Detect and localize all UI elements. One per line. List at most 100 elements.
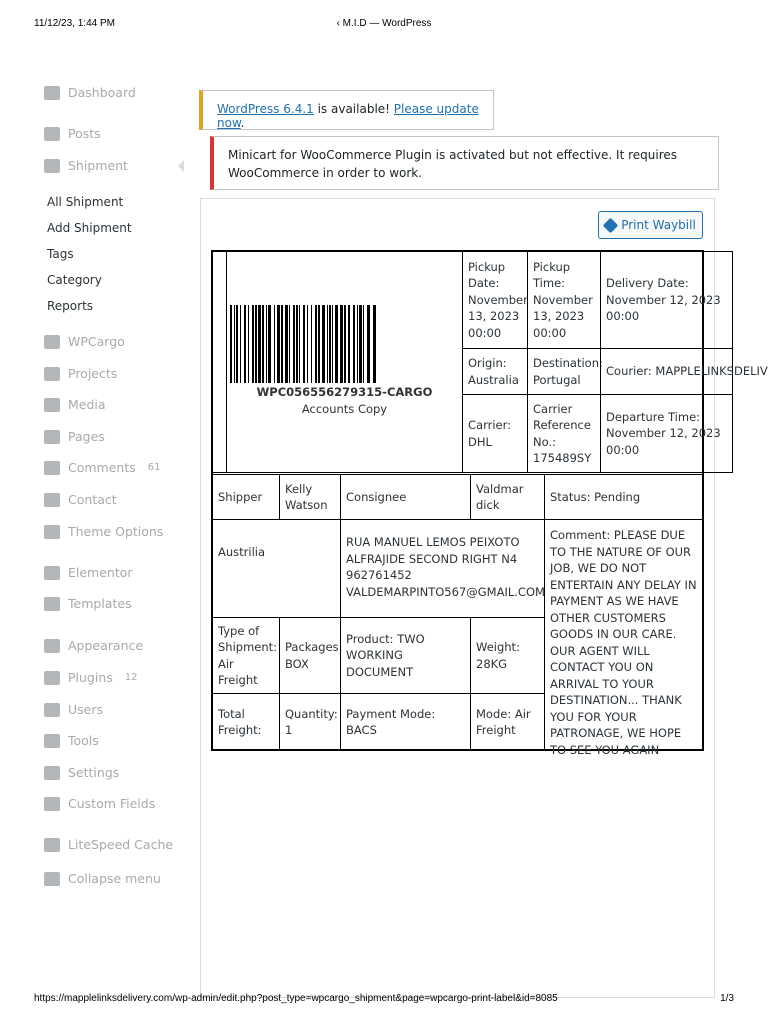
submenu-item-reports[interactable]: Reports — [47, 299, 93, 313]
sidebar-item-label: Projects — [68, 366, 118, 381]
page-url: https://mapplelinksdelivery.com/wp-admin… — [34, 993, 558, 1004]
pickup-time: Pickup Time: November 13, 2023 00:00 — [527, 251, 601, 349]
dashboard-icon — [44, 85, 60, 100]
sidebar-item-elementor[interactable]: Elementor — [44, 565, 133, 580]
tracking-number: WPC056556279315-CARGO — [256, 385, 433, 399]
shipper-label: Shipper — [212, 474, 280, 520]
submenu-item-all-shipment[interactable]: All Shipment — [47, 195, 123, 209]
sidebar-item-custom-fields[interactable]: Custom Fields — [44, 796, 155, 811]
courier: Courier: MAPPLELINKSDELIVERY — [600, 348, 768, 395]
delivery-date: Delivery Date: November 12, 2023 00:00 — [600, 251, 733, 349]
origin: Origin: Australia — [462, 348, 528, 395]
sidebar-item-tools[interactable]: Tools — [44, 733, 99, 748]
shipper-name: Kelly Watson — [279, 474, 341, 520]
sidebar-item-theme-options[interactable]: Theme Options — [44, 524, 163, 539]
sidebar-item-collapse-menu[interactable]: Collapse menu — [44, 871, 161, 886]
shipper-address: Austrilia — [212, 519, 341, 618]
sidebar-item-label: Appearance — [68, 638, 144, 653]
settings-icon — [44, 765, 60, 780]
sidebar-item-label: Templates — [68, 596, 132, 611]
elementor-icon — [44, 565, 60, 580]
sidebar-item-comments[interactable]: Comments 61 — [44, 460, 161, 475]
destination: Destination: Portugal — [527, 348, 603, 395]
shipment-icon — [44, 158, 60, 173]
folder-icon — [44, 366, 60, 381]
count-badge: 61 — [147, 462, 161, 473]
copy-type: Accounts Copy — [301, 402, 388, 416]
sidebar-item-label: Plugins — [68, 670, 113, 685]
sidebar-item-plugins[interactable]: Plugins 12 — [44, 670, 138, 685]
sidebar-item-settings[interactable]: Settings — [44, 765, 119, 780]
sidebar-item-posts[interactable]: Posts — [44, 126, 101, 141]
packages: Packages: BOX — [279, 617, 343, 694]
sidebar-item-label: WPCargo — [68, 334, 125, 349]
sidebar-item-label: Users — [68, 702, 104, 717]
litespeed-icon — [44, 837, 60, 852]
sidebar-item-label: Custom Fields — [68, 796, 156, 811]
sidebar-item-label: Settings — [68, 765, 120, 780]
barcode — [230, 305, 455, 383]
sidebar-item-pages[interactable]: Pages — [44, 429, 105, 444]
sidebar-item-label: Pages — [68, 429, 105, 444]
book-icon — [44, 334, 60, 349]
shipping-mode: Mode: Air Freight — [470, 693, 545, 751]
sidebar-item-litespeed-cache[interactable]: LiteSpeed Cache — [44, 837, 173, 852]
plugin-icon — [44, 670, 60, 685]
sidebar-item-templates[interactable]: Templates — [44, 596, 132, 611]
wrench-icon — [44, 733, 60, 748]
sidebar-item-projects[interactable]: Projects — [44, 366, 117, 381]
weight: Weight: 28KG — [470, 617, 545, 694]
sidebar-item-label: Dashboard — [68, 85, 136, 100]
status: Status: Pending — [544, 474, 703, 520]
shipment-type: Type of Shipment: Air Freight — [212, 617, 280, 694]
gear-icon — [44, 524, 60, 539]
notice-text: is available! — [313, 102, 394, 116]
consignee-address: RUA MANUEL LEMOS PEIXOTO ALFRAJIDE SECON… — [340, 519, 545, 618]
sidebar-item-dashboard[interactable]: Dashboard — [44, 85, 136, 100]
quantity: Quantity: 1 — [279, 693, 341, 751]
print-waybill-label: Print Waybill — [621, 218, 696, 232]
sidebar-item-label: Elementor — [68, 565, 133, 580]
tag-icon — [602, 217, 619, 233]
current-menu-arrow — [172, 160, 184, 172]
pickup-date: Pickup Date: November 13, 2023 00:00 — [462, 251, 528, 349]
sidebar-item-shipment[interactable]: Shipment — [44, 158, 128, 173]
print-datetime: 11/12/23, 1:44 PM — [34, 18, 115, 29]
sidebar-item-label: Posts — [68, 126, 101, 141]
sidebar-item-label: Shipment — [68, 158, 128, 173]
count-badge: 12 — [124, 672, 138, 683]
folder-icon — [44, 596, 60, 611]
sidebar-item-label: Media — [68, 397, 106, 412]
sidebar-item-label: Theme Options — [68, 524, 164, 539]
comment-icon — [44, 460, 60, 475]
submenu-item-category[interactable]: Category — [47, 273, 102, 287]
total-freight: Total Freight: — [212, 693, 280, 751]
sidebar-item-label: Tools — [68, 733, 99, 748]
sidebar-item-label: Collapse menu — [68, 871, 161, 886]
submenu-item-add-shipment[interactable]: Add Shipment — [47, 221, 132, 235]
mail-icon — [44, 492, 60, 507]
sidebar-item-label: LiteSpeed Cache — [68, 837, 174, 852]
wordpress-version-link[interactable]: WordPress 6.4.1 — [217, 102, 314, 116]
notice-end: . — [240, 116, 245, 130]
sidebar-item-contact[interactable]: Contact — [44, 492, 117, 507]
consignee-label: Consignee — [340, 474, 471, 520]
sidebar-item-users[interactable]: Users — [44, 702, 103, 717]
sidebar-item-appearance[interactable]: Appearance — [44, 638, 143, 653]
spacer-cell — [212, 251, 227, 473]
sidebar-item-media[interactable]: Media — [44, 397, 106, 412]
comment: Comment: PLEASE DUE TO THE NATURE OF OUR… — [544, 519, 703, 757]
pin-icon — [44, 126, 60, 141]
payment-mode: Payment Mode: BACS — [340, 693, 471, 751]
submenu-item-tags[interactable]: Tags — [47, 247, 74, 261]
admin-sidebar: Dashboard Posts Shipment WPCargo Projects Med… — [0, 60, 200, 960]
print-waybill-button[interactable]: Print Waybill — [598, 211, 703, 239]
page-number: 1/3 — [720, 993, 734, 1004]
sidebar-item-wpcargo[interactable]: WPCargo — [44, 334, 125, 349]
media-icon — [44, 397, 60, 412]
consignee-name: Valdmar dick — [470, 474, 545, 520]
product: Product: TWO WORKING DOCUMENT — [340, 617, 471, 694]
sidebar-item-label: Comments — [68, 460, 136, 475]
pages-icon — [44, 429, 60, 444]
fields-icon — [44, 796, 60, 811]
